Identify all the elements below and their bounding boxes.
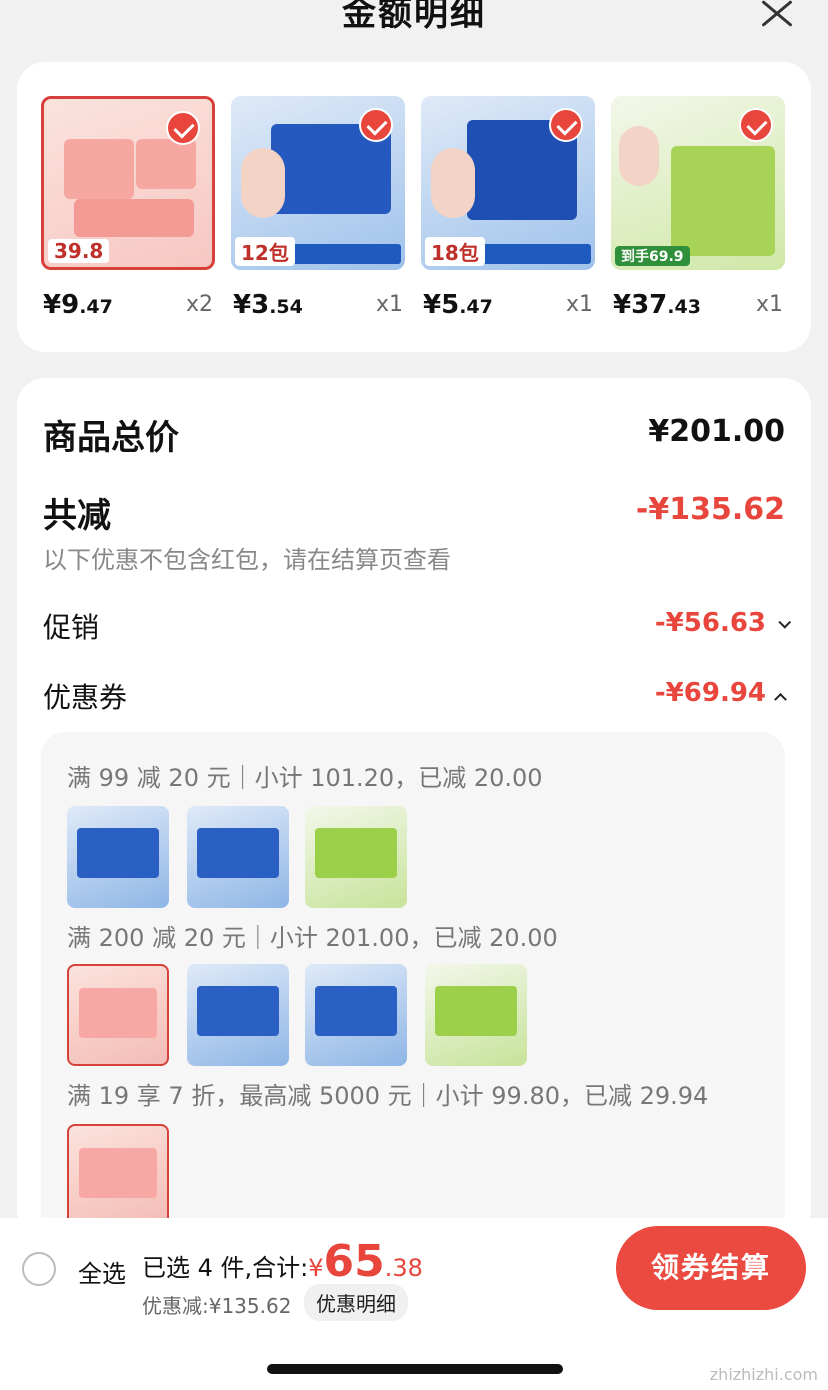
product-tag: 18包 bbox=[425, 237, 485, 266]
coupon-rule: 满 200 减 20 元｜小计 201.00，已减 20.00 bbox=[67, 924, 558, 952]
coupon-product-thumb bbox=[67, 806, 169, 908]
product-qty: x1 bbox=[755, 292, 783, 317]
checkout-bar: 全选 已选 4 件,合计:¥65.38 优惠减:¥135.62 优惠明细 领券结… bbox=[0, 1218, 828, 1390]
chevron-up-icon bbox=[774, 692, 787, 706]
product-thumbnail: 18包 bbox=[421, 96, 595, 270]
promo-label: 促销 bbox=[43, 611, 100, 644]
coupon-rule: 满 99 减 20 元｜小计 101.20，已减 20.00 bbox=[67, 764, 543, 792]
product-price: ¥9.47 bbox=[43, 290, 113, 320]
total-reduce-value: -¥135.62 bbox=[635, 492, 785, 527]
check-icon[interactable] bbox=[739, 108, 773, 142]
page-title: 金额明细 bbox=[342, 0, 486, 34]
coupon-label: 优惠券 bbox=[43, 681, 128, 714]
header: 金额明细 bbox=[0, 0, 828, 60]
product-thumbnail: 到手69.9 bbox=[611, 96, 785, 270]
coupon-product-thumb bbox=[305, 964, 407, 1066]
product-tag: 到手69.9 bbox=[615, 246, 690, 266]
product-thumbnail: 39.8 bbox=[41, 96, 215, 270]
product-item[interactable]: 12包 ¥3.54 x1 bbox=[231, 96, 405, 326]
total-price-label: 商品总价 bbox=[43, 418, 179, 458]
coupon-rule: 满 19 享 7 折，最高减 5000 元｜小计 99.80，已减 29.94 bbox=[67, 1082, 709, 1110]
close-icon[interactable] bbox=[758, 0, 792, 30]
selected-count: 已选 4 件,合计: bbox=[142, 1254, 309, 1282]
coupon-list: 满 99 减 20 元｜小计 101.20，已减 20.00 满 200 减 2… bbox=[41, 732, 785, 1252]
coupon-value: -¥69.94 bbox=[654, 678, 766, 708]
product-qty: x1 bbox=[565, 292, 593, 317]
order-summary: 已选 4 件,合计:¥65.38 bbox=[142, 1236, 423, 1287]
product-qty: x2 bbox=[185, 292, 213, 317]
select-all-checkbox[interactable] bbox=[22, 1252, 56, 1286]
product-price: ¥5.47 bbox=[423, 290, 493, 320]
chevron-down-icon bbox=[778, 615, 792, 629]
select-all-label[interactable]: 全选 bbox=[78, 1254, 126, 1289]
product-tag: 12包 bbox=[235, 237, 295, 266]
discount-detail-button[interactable]: 优惠明细 bbox=[304, 1284, 408, 1321]
coupon-product-thumb bbox=[67, 964, 169, 1066]
checkout-button[interactable]: 领券结算 bbox=[616, 1226, 806, 1310]
home-indicator[interactable] bbox=[267, 1364, 563, 1374]
total-price-value: ¥201.00 bbox=[648, 414, 785, 449]
discount-summary: 优惠减:¥135.62 bbox=[142, 1294, 292, 1318]
watermark: zhizhizhi.com bbox=[709, 1365, 818, 1384]
product-thumbnail: 12包 bbox=[231, 96, 405, 270]
product-item[interactable]: 18包 ¥5.47 x1 bbox=[421, 96, 595, 326]
price-details-card: 商品总价 ¥201.00 共减 -¥135.62 以下优惠不包含红包，请在结算页… bbox=[17, 378, 811, 1252]
product-price: ¥37.43 bbox=[613, 290, 701, 320]
total-amount: 65 bbox=[323, 1236, 385, 1287]
product-item[interactable]: 39.8 ¥9.47 x2 bbox=[41, 96, 215, 326]
product-item[interactable]: 到手69.9 ¥37.43 x1 bbox=[611, 96, 785, 326]
coupon-product-thumb bbox=[187, 964, 289, 1066]
discount-note: 以下优惠不包含红包，请在结算页查看 bbox=[43, 546, 451, 574]
coupon-product-thumb bbox=[187, 806, 289, 908]
coupon-product-thumb bbox=[305, 806, 407, 908]
product-tag: 39.8 bbox=[48, 239, 110, 263]
check-icon[interactable] bbox=[549, 108, 583, 142]
products-card: 39.8 ¥9.47 x2 12包 ¥3.54 x1 18包 ¥5.47 x1 … bbox=[17, 62, 811, 352]
coupon-toggle[interactable]: -¥69.94 bbox=[654, 678, 787, 708]
coupon-product-thumb bbox=[425, 964, 527, 1066]
check-icon[interactable] bbox=[166, 111, 200, 145]
check-icon[interactable] bbox=[359, 108, 393, 142]
promo-toggle[interactable]: -¥56.63 bbox=[654, 608, 792, 638]
coupon-product-thumb bbox=[67, 1124, 169, 1226]
product-qty: x1 bbox=[375, 292, 403, 317]
promo-value: -¥56.63 bbox=[654, 608, 766, 638]
product-price: ¥3.54 bbox=[233, 290, 303, 320]
total-reduce-label: 共减 bbox=[43, 496, 111, 536]
